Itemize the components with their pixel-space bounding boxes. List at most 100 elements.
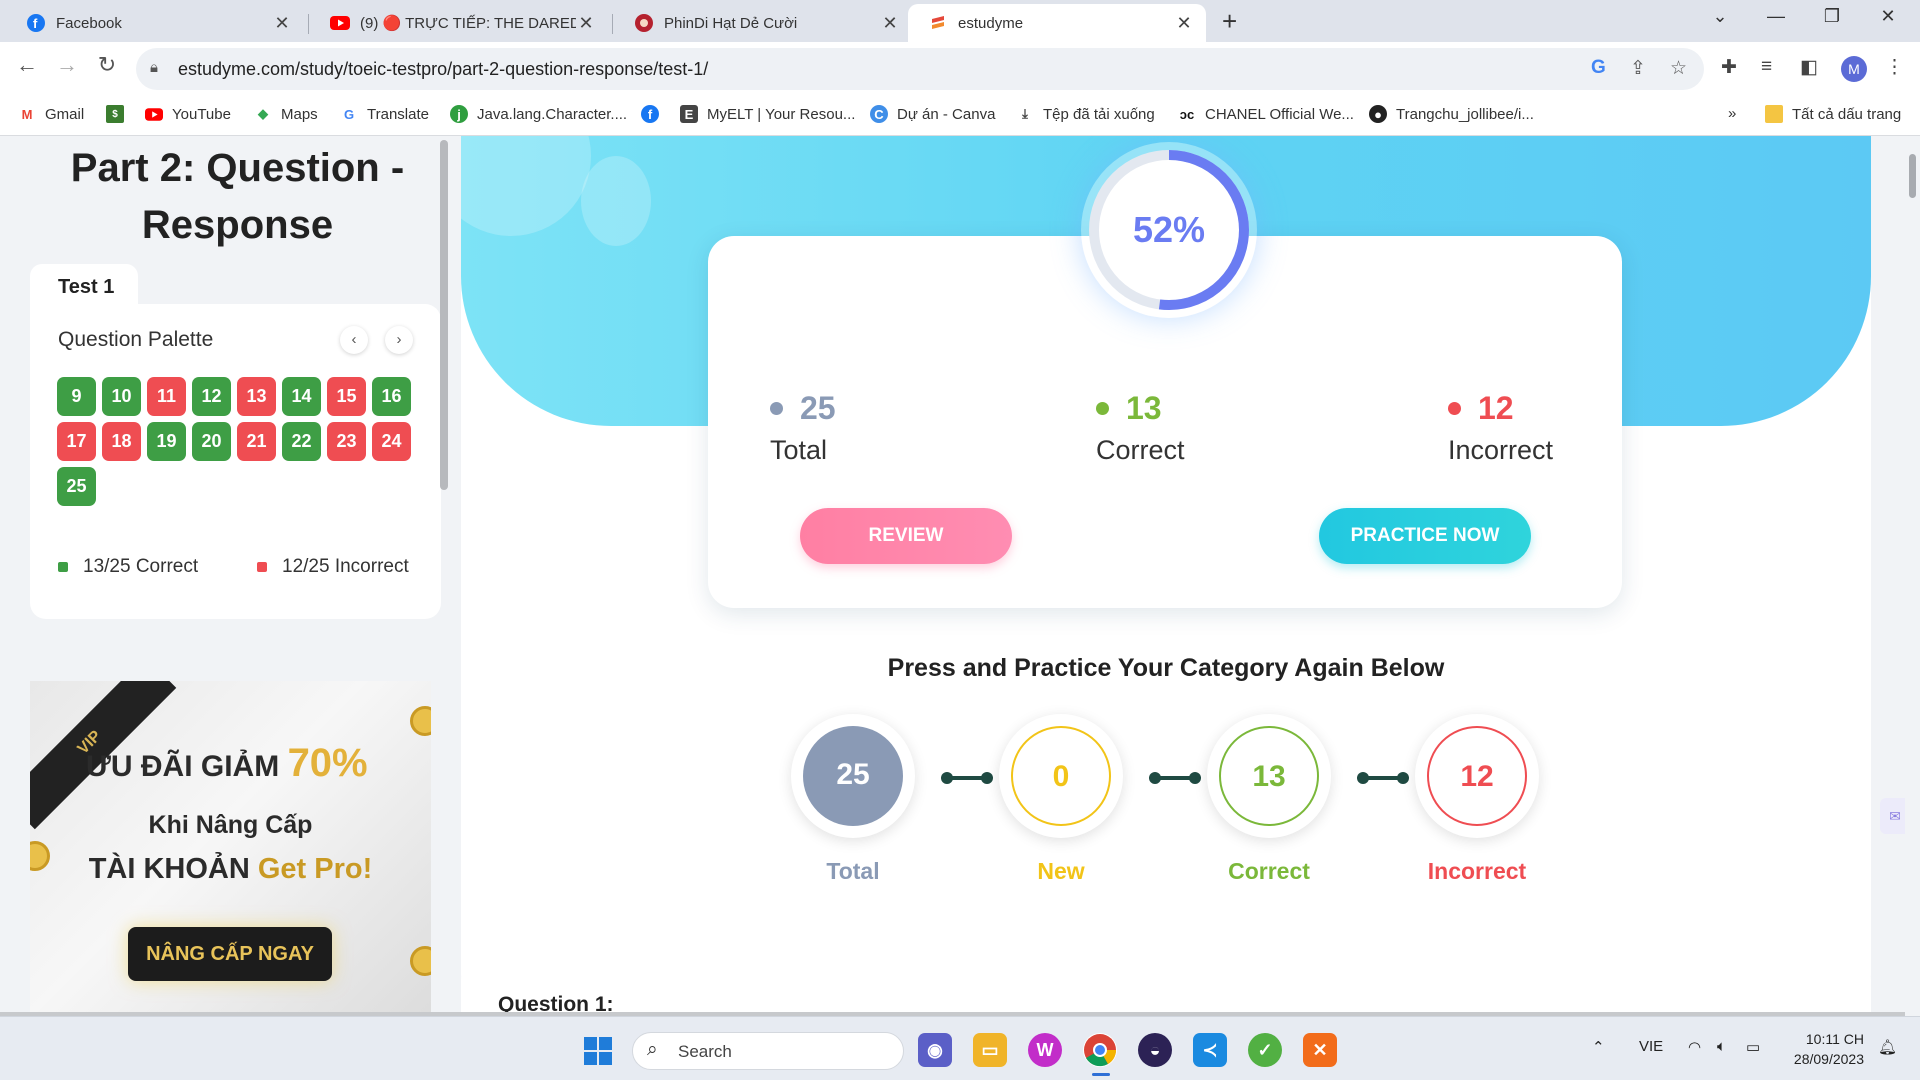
category-incorrect[interactable]: 12 Incorrect	[1415, 714, 1539, 885]
bookmark-java[interactable]: j Java.lang.Character....	[450, 105, 627, 123]
category-total[interactable]: 25 Total	[791, 714, 915, 885]
extensions-icon[interactable]: ✚	[1721, 56, 1737, 79]
promo-line3-accent: Get Pro!	[257, 853, 373, 885]
notification-bell-icon[interactable]: 🔔︎	[1878, 1038, 1897, 1056]
download-icon: ⤓	[1022, 106, 1028, 121]
bookmark-myelt[interactable]: E MyELT | Your Resou...	[680, 105, 855, 123]
chevron-right-icon[interactable]: ›	[385, 326, 413, 354]
upgrade-button[interactable]: NÂNG CẤP NGAY	[128, 927, 332, 981]
question-button-14[interactable]: 14	[282, 377, 321, 416]
close-icon[interactable]: ✕	[880, 13, 900, 34]
category-correct[interactable]: 13 Correct	[1207, 714, 1331, 885]
chrome-icon[interactable]	[1083, 1033, 1117, 1067]
question-button-24[interactable]: 24	[372, 422, 411, 461]
chanel-icon: ↄc	[1179, 106, 1195, 122]
tab-phindi[interactable]: PhinDi Hạt Dẻ Cười ✕	[614, 4, 912, 42]
browser-tab-strip: f Facebook ✕ (9) 🔴 TRỰC TIẾP: THE DAREDE…	[0, 0, 1920, 42]
language-indicator[interactable]: VIE	[1639, 1038, 1663, 1055]
window-close-icon[interactable]: ✕	[1868, 6, 1908, 27]
tab-search-icon[interactable]: ⌄	[1700, 6, 1740, 27]
app-icon[interactable]: ✓	[1248, 1033, 1282, 1067]
question-button-19[interactable]: 19	[147, 422, 186, 461]
forward-icon[interactable]: →	[50, 52, 84, 78]
money-icon: $	[106, 105, 124, 123]
address-bar[interactable]: 🔒︎ estudyme.com/study/toeic-testpro/part…	[136, 48, 1704, 90]
question-button-12[interactable]: 12	[192, 377, 231, 416]
bookmark-youtube[interactable]: YouTube	[145, 105, 231, 123]
menu-icon[interactable]: ⋮	[1885, 56, 1904, 79]
bookmark-maps[interactable]: ◆ Maps	[254, 105, 318, 123]
battery-icon[interactable]: ▭	[1746, 1038, 1760, 1056]
promo-headline: ƯU ĐÃI GIẢM 70%	[86, 741, 368, 786]
close-icon[interactable]: ✕	[272, 13, 292, 34]
question-button-23[interactable]: 23	[327, 422, 366, 461]
new-tab-button[interactable]: +	[1222, 6, 1237, 37]
tab-estudyme[interactable]: estudyme ✕	[908, 4, 1206, 42]
vscode-icon[interactable]: ≺	[1193, 1033, 1227, 1067]
bookmark-chanel[interactable]: ↄc CHANEL Official We...	[1178, 105, 1354, 123]
question-button-21[interactable]: 21	[237, 422, 276, 461]
question-button-22[interactable]: 22	[282, 422, 321, 461]
profile-avatar[interactable]: M	[1841, 56, 1867, 82]
media-control-icon[interactable]: ≡	[1761, 56, 1772, 78]
bookmark-downloads[interactable]: ⤓ Tệp đã tải xuống	[1016, 105, 1155, 123]
page-scrollbar[interactable]	[1905, 136, 1920, 1016]
question-button-20[interactable]: 20	[192, 422, 231, 461]
back-icon[interactable]: ←	[10, 52, 44, 78]
question-button-16[interactable]: 16	[372, 377, 411, 416]
tab-test-1[interactable]: Test 1	[30, 264, 138, 306]
close-icon[interactable]: ✕	[1174, 13, 1194, 34]
windows-start-icon[interactable]	[584, 1037, 614, 1067]
bookmark-facebook[interactable]: f	[641, 105, 668, 123]
tab-title: (9) 🔴 TRỰC TIẾP: THE DAREDEVIL	[360, 15, 576, 32]
side-panel-icon[interactable]: ◧	[1800, 56, 1818, 79]
practice-now-button[interactable]: PRACTICE NOW	[1319, 508, 1531, 564]
question-button-9[interactable]: 9	[57, 377, 96, 416]
file-explorer-icon[interactable]: ▭	[973, 1033, 1007, 1067]
bookmarks-overflow-button[interactable]: »	[1728, 105, 1736, 122]
bookmark-github[interactable]: ● Trangchu_jollibee/i...	[1369, 105, 1534, 123]
question-button-13[interactable]: 13	[237, 377, 276, 416]
sidebar-scrollbar[interactable]	[440, 140, 448, 490]
review-button[interactable]: REVIEW	[800, 508, 1012, 564]
minimize-icon[interactable]: —	[1756, 6, 1796, 27]
legend-correct-label: 13/25 Correct	[83, 556, 199, 577]
chevron-up-icon[interactable]: ⌃	[1592, 1038, 1605, 1056]
category-incorrect-label: Incorrect	[1427, 858, 1527, 884]
system-clock[interactable]: 10:11 CH 28/09/2023	[1784, 1029, 1864, 1069]
tab-facebook[interactable]: f Facebook ✕	[6, 4, 304, 42]
bookmark-translate[interactable]: G Translate	[340, 105, 429, 123]
category-correct-label: Correct	[1228, 858, 1310, 884]
category-new[interactable]: 0 New	[999, 714, 1123, 885]
wifi-icon[interactable]: ◠	[1688, 1038, 1701, 1056]
chevron-left-icon[interactable]: ‹	[340, 326, 368, 354]
bookmark-money[interactable]: $	[106, 105, 133, 123]
promo-banner[interactable]: VIP ƯU ĐÃI GIẢM 70% Khi Nâng Cấp TÀI KHO…	[30, 681, 431, 1016]
wps-office-icon[interactable]: W	[1028, 1033, 1062, 1067]
bookmark-label: YouTube	[172, 105, 231, 123]
all-bookmarks[interactable]: Tất cả dấu trang	[1765, 105, 1901, 123]
question-button-11[interactable]: 11	[147, 377, 186, 416]
question-button-18[interactable]: 18	[102, 422, 141, 461]
question-button-15[interactable]: 15	[327, 377, 366, 416]
taskbar-search[interactable]: ⌕ Search	[632, 1032, 904, 1070]
question-button-17[interactable]: 17	[57, 422, 96, 461]
reload-icon[interactable]: ↻	[90, 52, 124, 78]
restore-icon[interactable]: ❐	[1812, 6, 1852, 27]
close-icon[interactable]: ✕	[576, 13, 596, 34]
volume-icon[interactable]: 🔈︎	[1717, 1038, 1726, 1055]
bookmark-gmail[interactable]: M Gmail	[18, 105, 85, 123]
scrollbar-thumb[interactable]	[1909, 154, 1916, 198]
google-icon[interactable]: G	[1591, 57, 1606, 79]
eclipse-icon[interactable]: ◒	[1138, 1033, 1172, 1067]
share-icon[interactable]: ⇪	[1630, 57, 1646, 80]
bookmark-star-icon[interactable]: ☆	[1670, 57, 1687, 80]
bookmark-label: CHANEL Official We...	[1205, 105, 1354, 123]
question-button-25[interactable]: 25	[57, 467, 96, 506]
teams-icon[interactable]: ◉	[918, 1033, 952, 1067]
total-label: Total	[770, 435, 828, 465]
tab-youtube-live[interactable]: (9) 🔴 TRỰC TIẾP: THE DAREDEVIL ✕	[310, 4, 608, 42]
question-button-10[interactable]: 10	[102, 377, 141, 416]
xampp-icon[interactable]: ✕	[1303, 1033, 1337, 1067]
bookmark-canva[interactable]: C Dự án - Canva	[870, 105, 995, 123]
